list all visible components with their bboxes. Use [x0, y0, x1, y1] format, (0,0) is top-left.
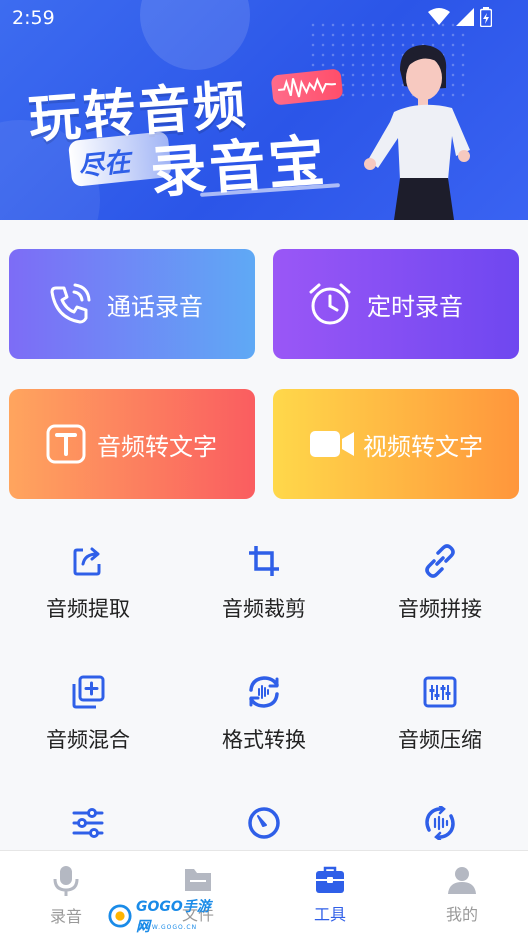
promo-banner[interactable]: 2:59 玩转音频 尽在 录音宝: [0, 0, 528, 220]
person-illustration: [364, 45, 470, 220]
tool-audio-extract[interactable]: 音频提取: [0, 543, 176, 653]
speed-dial-icon: [246, 805, 282, 841]
mix-icon: [70, 674, 106, 710]
tool-label: 格式转换: [222, 728, 306, 752]
app-screen: 2:59 玩转音频 尽在 录音宝 通话录音 定时录音 音频转文字 视频转文字 音…: [0, 0, 528, 939]
battery-icon: [480, 7, 492, 27]
video-camera-icon: [309, 421, 355, 467]
sliders-icon: [70, 805, 106, 841]
tab-label: 工具: [313, 905, 346, 924]
user-icon: [448, 867, 476, 894]
audio-to-text-label: 音频转文字: [97, 432, 217, 461]
tool-label: 音频拼接: [398, 597, 482, 621]
tool-audio-mix[interactable]: 音频混合: [0, 674, 176, 784]
video-to-text-card[interactable]: 视频转文字: [273, 389, 519, 499]
tool-format-convert[interactable]: 格式转换: [176, 674, 352, 784]
watermark-logo-icon: [108, 904, 132, 928]
tool-label: 音频压缩: [398, 728, 482, 752]
sound-wave-icon: [278, 77, 336, 98]
bottom-tab-bar: 录音 文件 工具 我的: [0, 850, 528, 939]
phone-icon: [47, 281, 93, 327]
folder-icon: [185, 869, 211, 891]
banner-headline-2: 录音宝: [148, 128, 330, 207]
call-recording-label: 通话录音: [107, 292, 203, 321]
wifi-icon: [428, 8, 450, 25]
toolbox-icon: [316, 866, 344, 893]
watermark-subtext: WWW.GOGO.CN: [138, 924, 198, 931]
status-time: 2:59: [12, 7, 55, 29]
text-t-icon: [43, 421, 89, 467]
site-watermark: GOGO手游网 WWW.GOGO.CN: [108, 899, 218, 935]
tool-audio-join[interactable]: 音频拼接: [352, 543, 528, 653]
tool-label: 音频裁剪: [222, 597, 306, 621]
crop-icon: [246, 543, 282, 579]
tab-label: 录音: [49, 907, 82, 926]
status-bar: 2:59: [0, 0, 528, 36]
link-icon: [422, 543, 458, 579]
audio-to-text-card[interactable]: 音频转文字: [9, 389, 255, 499]
tab-label: 我的: [445, 905, 478, 924]
video-to-text-label: 视频转文字: [363, 432, 483, 461]
alarm-clock-icon: [307, 281, 353, 327]
microphone-icon: [53, 866, 79, 896]
loop-audio-icon: [422, 805, 458, 841]
compress-icon: [422, 674, 458, 710]
tool-label: 音频混合: [46, 728, 130, 752]
extract-icon: [70, 543, 106, 579]
banner-tag: 尽在: [76, 147, 132, 183]
status-icons: [428, 7, 492, 27]
tab-profile[interactable]: 我的: [396, 865, 528, 925]
cell-signal-icon: [456, 8, 474, 26]
tool-label: 音频提取: [46, 597, 130, 621]
tab-tools[interactable]: 工具: [264, 865, 396, 925]
timed-recording-label: 定时录音: [367, 292, 463, 321]
timed-recording-card[interactable]: 定时录音: [273, 249, 519, 359]
tool-audio-crop[interactable]: 音频裁剪: [176, 543, 352, 653]
tool-audio-compress[interactable]: 音频压缩: [352, 674, 528, 784]
sound-wave-badge: [270, 68, 344, 106]
call-recording-card[interactable]: 通话录音: [9, 249, 255, 359]
convert-icon: [246, 674, 282, 710]
